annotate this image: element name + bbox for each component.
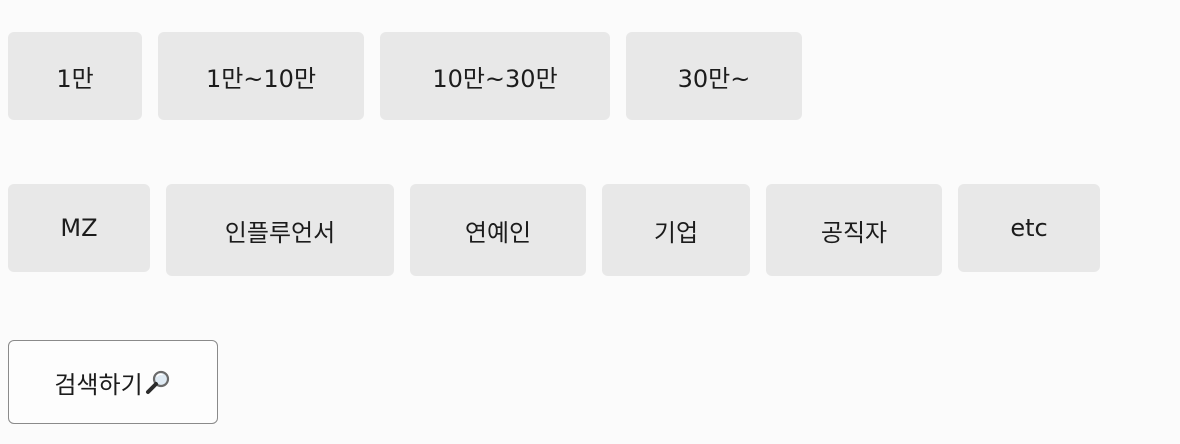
chip-label: 30만~ <box>677 64 751 93</box>
category-filter-company[interactable]: 기업 <box>602 184 750 276</box>
chip-label: etc <box>1010 214 1048 242</box>
chip-label: MZ <box>60 214 98 242</box>
chip-label: 공직자 <box>820 218 888 247</box>
category-filter-celebrity[interactable]: 연예인 <box>410 184 586 276</box>
follower-filter-100k-300k[interactable]: 10만~30만 <box>380 32 610 120</box>
category-filter-influencer[interactable]: 인플루언서 <box>166 184 394 276</box>
chip-label: 1만 <box>56 64 94 93</box>
chip-label: 연예인 <box>464 218 532 247</box>
filter-panel: 1만 1만~10만 10만~30만 30만~ MZ 인플루언서 연예인 기업 공… <box>0 0 1180 444</box>
chip-label: 인플루언서 <box>224 218 336 247</box>
search-button[interactable]: 검색하기 <box>8 340 218 424</box>
follower-filter-10k[interactable]: 1만 <box>8 32 142 120</box>
category-filter-official[interactable]: 공직자 <box>766 184 942 276</box>
category-filter-etc[interactable]: etc <box>958 184 1100 272</box>
follower-filter-10k-100k[interactable]: 1만~10만 <box>158 32 364 120</box>
chip-label: 1만~10만 <box>205 64 317 93</box>
follower-filter-300k-plus[interactable]: 30만~ <box>626 32 802 120</box>
magnifier-icon <box>144 368 172 396</box>
search-button-label: 검색하기 <box>54 370 143 399</box>
chip-label: 10만~30만 <box>432 64 558 93</box>
chip-label: 기업 <box>653 218 699 247</box>
category-filter-mz[interactable]: MZ <box>8 184 150 272</box>
